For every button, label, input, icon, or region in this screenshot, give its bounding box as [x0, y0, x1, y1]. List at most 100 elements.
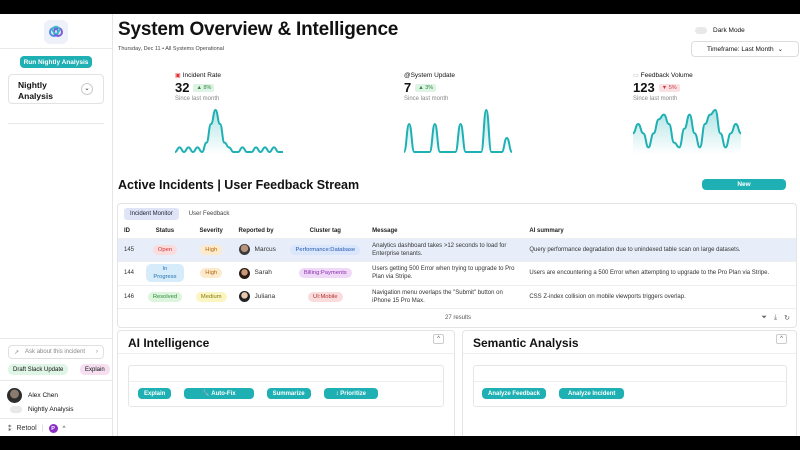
nightly-analysis-toggle[interactable]	[10, 406, 22, 413]
avatar	[7, 388, 22, 403]
panel-title: Semantic Analysis	[473, 336, 579, 350]
ai-intelligence-panel: AI Intelligence ^ Explain 🔧 Auto-Fix Sum…	[117, 330, 455, 436]
incidents-table-card: Incident Monitor User Feedback ID Status S…	[117, 203, 797, 328]
sparkle-icon: ↗	[14, 349, 20, 356]
ask-placeholder: Ask about this incident	[25, 349, 86, 355]
cluster-tag: UI:Mobile	[308, 291, 343, 302]
prioritize-button[interactable]: ↕ Prioritize	[323, 388, 378, 399]
user-name: Alex Chen	[28, 392, 58, 399]
cell-id: 145	[118, 238, 141, 262]
brand-name: Retool	[16, 425, 37, 432]
retool-logo-icon: ⁑	[8, 425, 12, 433]
severity-badge: High	[200, 268, 223, 279]
column-header[interactable]: AI summary	[523, 224, 796, 239]
table-tabs: Incident Monitor User Feedback	[124, 208, 235, 220]
column-header[interactable]: Severity	[189, 224, 233, 239]
divider	[0, 48, 113, 49]
auto-fix-button[interactable]: 🔧 Auto-Fix	[184, 388, 254, 399]
incidents-table: ID Status Severity Reported by Cluster tag Me…	[118, 224, 796, 309]
cell-message: Analytics dashboard takes >12 seconds to…	[366, 238, 524, 262]
column-header[interactable]: Message	[366, 224, 524, 239]
kpi-delta: ▲ 8%	[193, 83, 215, 92]
avatar	[238, 291, 250, 303]
logo-icon	[49, 25, 63, 37]
arrow-up-icon: ▲	[418, 84, 424, 91]
kpi-delta-value: 8%	[203, 84, 212, 91]
arrow-up-icon: ▲	[196, 84, 202, 91]
kpi-since: Since last month	[404, 96, 449, 102]
severity-badge: High	[200, 244, 223, 255]
sparkline-line	[175, 108, 283, 154]
toggle-switch[interactable]	[695, 27, 707, 34]
column-header[interactable]: Cluster tag	[284, 224, 367, 239]
analyze-feedback-button[interactable]: Analyze Feedback	[482, 388, 547, 399]
timeframe-select[interactable]: Timeframe: Last Month ⌄	[691, 41, 799, 57]
cell-id: 146	[118, 285, 141, 309]
avatar	[238, 267, 250, 279]
kpi-value: 32	[175, 80, 190, 95]
column-header[interactable]: Status	[140, 224, 190, 239]
sidebar: Run Nightly Analysis Nightly Analysis ⌄ …	[0, 14, 113, 436]
dark-mode-toggle[interactable]: Dark Mode	[695, 27, 745, 34]
chevron-up-icon[interactable]: ^	[63, 426, 66, 432]
workspace-badge[interactable]: P	[48, 424, 58, 433]
kpi-since: Since last month	[633, 96, 678, 102]
filter-icon[interactable]: ⏷	[761, 314, 767, 322]
chat-icon: ▭	[633, 73, 639, 79]
nightly-analysis-card[interactable]: Nightly Analysis ⌄	[8, 74, 104, 104]
user-profile[interactable]: Alex Chen	[7, 388, 58, 403]
column-header[interactable]: Reported by	[232, 224, 285, 239]
nightly-analysis-label: Nightly Analysis	[18, 80, 53, 101]
kpi-0: ▣ Incident Rate 32 ▲ 8% Since last month	[175, 72, 345, 154]
divider	[0, 380, 113, 381]
cluster-tag: Billing:Payments	[298, 268, 352, 279]
ask-incident-input[interactable]: ↗ Ask about this incident ›	[8, 345, 104, 359]
analyze-incident-button[interactable]: Analyze Incident	[559, 388, 625, 399]
cell-message: Users getting 500 Error when trying to u…	[366, 261, 524, 286]
sparkline-line	[404, 108, 512, 153]
panel-title: AI Intelligence	[128, 336, 210, 350]
refresh-icon[interactable]: ↻	[784, 314, 790, 322]
cell-message: Navigation menu overlaps the "Submit" bu…	[366, 285, 524, 309]
alert-icon: ▣	[175, 73, 181, 79]
ai-actions-container: Explain 🔧 Auto-Fix Summarize ↕ Prioritiz…	[128, 365, 444, 407]
chip-draft-slack-update[interactable]: Draft Slack Update	[8, 364, 69, 375]
divider	[0, 418, 113, 419]
cell-id: 144	[118, 261, 141, 286]
kpi-delta: ▼ 5%	[658, 83, 680, 92]
kpi-label: Feedback Volume	[640, 72, 693, 79]
new-button[interactable]: New	[702, 179, 786, 190]
summarize-button[interactable]: Summarize	[266, 388, 311, 399]
results-count: 27 results	[445, 315, 472, 321]
table-row[interactable]: 146 Resolved Medium Juliana UI:Mobile Na…	[118, 285, 796, 309]
main-content: System Overview & Intelligence Thursday,…	[113, 14, 800, 436]
reporter-name: Sarah	[254, 269, 272, 277]
cell-ai-summary: Users are encountering a 500 Error when …	[523, 261, 796, 286]
chevron-down-icon[interactable]: ⌄	[81, 83, 93, 95]
kpi-since: Since last month	[175, 96, 220, 102]
retool-branding: ⁑ Retool | P ^	[8, 424, 66, 433]
status-badge: Open	[152, 244, 178, 255]
dark-mode-label: Dark Mode	[713, 27, 745, 34]
reporter-name: Marcus	[254, 245, 276, 253]
divider	[8, 123, 104, 124]
download-icon[interactable]: ⤓	[774, 314, 777, 322]
kpi-delta: ▲ 3%	[415, 83, 437, 92]
table-row[interactable]: 144 In Progress High Sarah Billing:Payme…	[118, 261, 796, 286]
table-footer: 27 results ⏷ ⤓ ↻	[118, 308, 796, 327]
reporter-name: Juliana	[254, 292, 276, 300]
explain-button[interactable]: Explain	[138, 388, 172, 399]
collapse-icon[interactable]: ^	[776, 334, 787, 344]
chip-explain[interactable]: Explain	[80, 364, 110, 375]
collapse-icon[interactable]: ^	[433, 334, 444, 344]
tab-user-feedback[interactable]: User Feedback	[183, 208, 236, 220]
tab-incident-monitor[interactable]: Incident Monitor	[124, 208, 179, 220]
table-row[interactable]: 145 Open High Marcus Performance:Databas…	[118, 238, 796, 262]
avatar	[238, 244, 250, 256]
chevron-right-icon[interactable]: ›	[96, 349, 98, 355]
column-header[interactable]: ID	[118, 224, 141, 239]
run-nightly-analysis-button[interactable]: Run Nightly Analysis	[20, 56, 92, 68]
kpi-label: Incident Rate	[182, 72, 221, 79]
arrow-down-icon: ▼	[661, 84, 668, 91]
status-badge: In Progress	[146, 264, 184, 283]
